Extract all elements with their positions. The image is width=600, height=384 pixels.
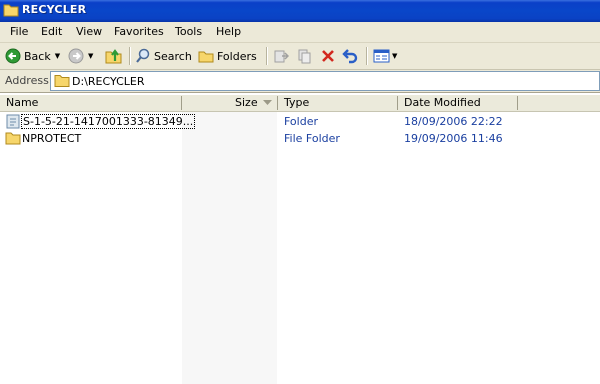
file-date: 18/09/2006 22:22 — [404, 115, 503, 128]
list-item[interactable]: NPROTECT File Folder 19/09/2006 11:46 — [0, 130, 520, 147]
folder-icon — [5, 132, 21, 145]
address-input[interactable]: D:\RECYCLER — [50, 71, 600, 91]
menu-bar: File Edit View Favorites Tools Help — [0, 22, 600, 43]
column-size[interactable]: Size — [235, 95, 258, 111]
up-folder-button[interactable] — [105, 46, 123, 66]
undo-icon — [342, 49, 358, 64]
list-item[interactable]: S-1-5-21-1417001333-81349... Folder 18/0… — [0, 113, 520, 130]
column-name[interactable]: Name — [6, 95, 38, 111]
file-type: Folder — [284, 115, 318, 128]
chevron-down-icon[interactable]: ▼ — [88, 52, 93, 60]
menu-view[interactable]: View — [75, 25, 103, 38]
copy-to-icon — [298, 49, 311, 64]
file-date: 19/09/2006 11:46 — [404, 132, 503, 145]
title-bar[interactable]: RECYCLER — [0, 0, 600, 22]
views-button[interactable]: ▼ — [373, 46, 397, 66]
copy-to-button[interactable] — [296, 46, 312, 66]
menu-edit[interactable]: Edit — [40, 25, 63, 38]
back-arrow-icon — [5, 48, 21, 64]
file-type: File Folder — [284, 132, 340, 145]
menu-help[interactable]: Help — [215, 25, 242, 38]
folders-button[interactable]: Folders — [198, 46, 257, 66]
file-name: NPROTECT — [22, 132, 82, 145]
move-to-button[interactable] — [273, 46, 289, 66]
address-value: D:\RECYCLER — [72, 75, 145, 88]
views-icon — [373, 49, 390, 63]
window-title: RECYCLER — [22, 3, 87, 16]
undo-button[interactable] — [342, 46, 358, 66]
folders-icon — [198, 51, 214, 63]
chevron-down-icon[interactable]: ▼ — [55, 52, 60, 60]
menu-favorites[interactable]: Favorites — [113, 25, 165, 38]
column-date-modified[interactable]: Date Modified — [404, 95, 481, 111]
search-label: Search — [154, 49, 192, 63]
recycle-folder-icon — [6, 114, 20, 129]
file-name: S-1-5-21-1417001333-81349... — [21, 114, 196, 129]
folder-icon — [54, 75, 70, 87]
search-icon — [136, 48, 150, 63]
search-button[interactable]: Search — [135, 46, 192, 66]
forward-arrow-icon — [68, 48, 84, 64]
move-to-icon — [274, 50, 289, 63]
forward-button[interactable]: ▼ — [68, 46, 93, 66]
delete-icon — [322, 50, 334, 62]
menu-tools[interactable]: Tools — [174, 25, 203, 38]
back-button[interactable]: Back ▼ — [5, 46, 60, 66]
column-type[interactable]: Type — [284, 95, 309, 111]
file-list — [0, 112, 600, 384]
chevron-down-icon[interactable]: ▼ — [392, 52, 397, 60]
sort-arrow-icon — [263, 100, 272, 105]
address-bar: Address D:\RECYCLER — [0, 70, 600, 93]
address-label: Address — [5, 74, 49, 87]
back-label: Back — [24, 49, 51, 63]
delete-button[interactable] — [320, 46, 336, 66]
column-header: Name Size Type Date Modified — [0, 95, 600, 112]
sorted-column-highlight — [182, 112, 277, 384]
toolbar: Back ▼ ▼ Search Folders ▼ — [0, 43, 600, 70]
folders-label: Folders — [217, 49, 257, 63]
folder-up-icon — [105, 49, 122, 64]
folder-icon — [3, 4, 19, 17]
menu-file[interactable]: File — [9, 25, 29, 38]
